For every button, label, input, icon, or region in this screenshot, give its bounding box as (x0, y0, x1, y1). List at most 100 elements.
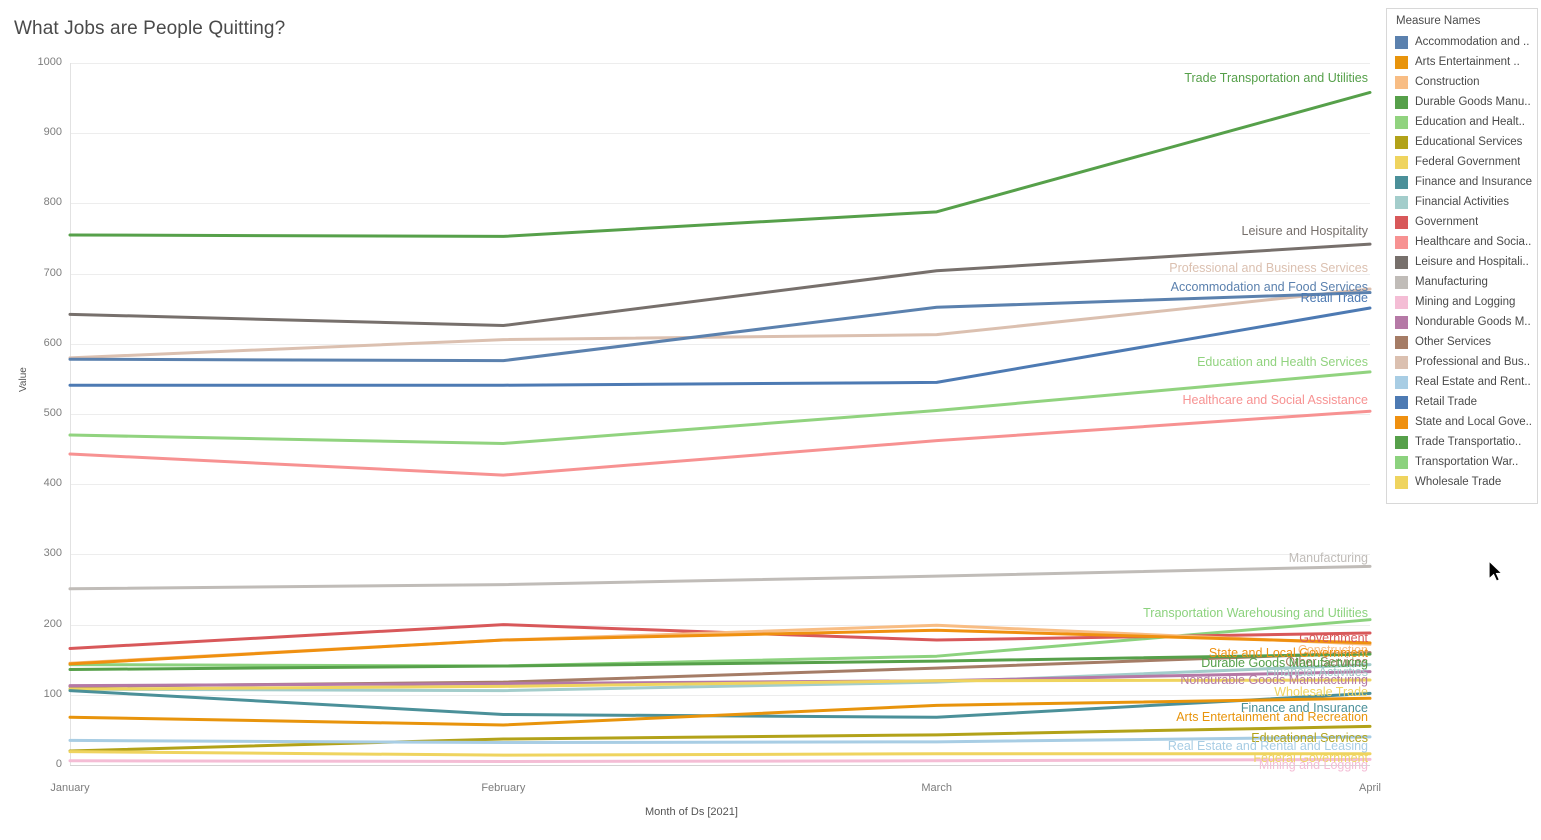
legend-color-swatch (1395, 215, 1408, 229)
series-line[interactable] (68, 291, 1372, 363)
series-label: Manufacturing (1288, 551, 1368, 565)
legend-item[interactable]: Finance and Insurance (1387, 172, 1537, 192)
legend-color-swatch (1395, 395, 1408, 409)
x-axis-tick-label: April (1358, 782, 1382, 794)
series-label: Healthcare and Social Assistance (1182, 393, 1368, 407)
gridline (70, 203, 1370, 205)
y-axis-tick-label: 300 (43, 547, 62, 560)
y-axis-tick-label: 900 (43, 126, 62, 139)
legend-item-label: Federal Government (1415, 156, 1521, 168)
legend-item[interactable]: Professional and Bus.. (1387, 352, 1537, 372)
series-line[interactable] (68, 623, 1372, 650)
legend-item-label: Finance and Insurance (1415, 176, 1532, 188)
legend-item[interactable]: Financial Activities (1387, 192, 1537, 212)
gridline (70, 63, 1370, 64)
series-line[interactable] (68, 757, 1372, 763)
y-axis-tick-label: 1000 (37, 56, 62, 68)
y-axis-tick-label: 500 (43, 407, 62, 419)
series-line[interactable] (68, 628, 1372, 666)
legend-item[interactable]: Healthcare and Socia.. (1387, 232, 1537, 252)
legend-color-swatch (1395, 335, 1408, 349)
legend-color-swatch (1395, 275, 1408, 289)
chart-application: What Jobs are People Quitting? Value 0 10… (0, 0, 1541, 840)
x-axis-tick-label: January (50, 782, 90, 794)
series-label: Retail Trade (1300, 291, 1368, 305)
legend-color-swatch (1395, 355, 1408, 369)
legend-color-swatch (1395, 475, 1408, 489)
legend-color-swatch (1395, 75, 1408, 89)
series-line[interactable] (68, 623, 1372, 665)
series-label: Leisure and Hospitality (1241, 224, 1368, 238)
legend-item-label: Manufacturing (1415, 276, 1488, 288)
legend-item[interactable]: Real Estate and Rent.. (1387, 372, 1537, 392)
series-line[interactable] (68, 618, 1372, 668)
series-line[interactable] (68, 651, 1372, 688)
legend-color-swatch (1395, 435, 1408, 449)
y-axis-tick-label: 400 (43, 477, 62, 490)
legend-panel[interactable]: Measure Names Accommodation and .. Arts E… (1386, 8, 1538, 504)
legend-item[interactable]: Durable Goods Manu.. (1387, 92, 1537, 112)
mouse-cursor (1488, 559, 1504, 583)
series-label: Wholesale Trade (1274, 685, 1368, 699)
legend-item[interactable]: Other Services (1387, 332, 1537, 352)
series-line[interactable] (68, 306, 1372, 387)
legend-item-label: Arts Entertainment .. (1415, 56, 1520, 68)
x-axis-line (70, 765, 1370, 766)
series-line[interactable] (68, 678, 1372, 691)
legend-item[interactable]: Nondurable Goods M.. (1387, 312, 1537, 332)
legend-item[interactable]: Federal Government (1387, 152, 1537, 172)
gridline (70, 343, 1370, 345)
legend-item[interactable]: Transportation War.. (1387, 452, 1537, 472)
legend-color-swatch (1395, 95, 1408, 109)
series-line[interactable] (68, 287, 1372, 360)
legend-color-swatch (1395, 415, 1408, 429)
legend-item[interactable]: Wholesale Trade (1387, 472, 1537, 492)
legend-color-swatch (1395, 175, 1408, 189)
series-line[interactable] (68, 90, 1372, 238)
legend-item[interactable]: Accommodation and .. (1387, 32, 1537, 52)
legend-color-swatch (1395, 35, 1408, 49)
legend-item-label: Transportation War.. (1415, 456, 1519, 468)
legend-item[interactable]: Trade Transportatio.. (1387, 432, 1537, 452)
legend-item[interactable]: Retail Trade (1387, 392, 1537, 412)
gridline (70, 554, 1370, 556)
series-label: Trade Transportation and Utilities (1184, 71, 1368, 85)
x-axis-title: Month of Ds [2021] (645, 806, 738, 818)
series-line[interactable] (68, 370, 1372, 445)
series-line[interactable] (68, 696, 1372, 727)
y-axis-title: Value (18, 367, 29, 392)
legend-item-label: State and Local Gove.. (1415, 416, 1532, 428)
legend-color-swatch (1395, 235, 1408, 249)
legend-color-swatch (1395, 315, 1408, 329)
gridline (70, 694, 1370, 696)
legend-item[interactable]: Government (1387, 212, 1537, 232)
legend-item-label: Real Estate and Rent.. (1415, 376, 1531, 388)
y-axis-tick-label: 800 (43, 196, 62, 209)
legend-item-label: Educational Services (1415, 136, 1523, 148)
legend-item-label: Retail Trade (1415, 396, 1478, 408)
legend-item[interactable]: Leisure and Hospitali.. (1387, 252, 1537, 272)
legend-item[interactable]: State and Local Gove.. (1387, 412, 1537, 432)
series-label: Transportation Warehousing and Utilities (1143, 606, 1368, 620)
legend-item[interactable]: Construction (1387, 72, 1537, 92)
legend-item-label: Wholesale Trade (1415, 476, 1502, 488)
legend-item[interactable]: Educational Services (1387, 132, 1537, 152)
legend-item[interactable]: Manufacturing (1387, 272, 1537, 292)
legend-item-label: Nondurable Goods M.. (1415, 316, 1531, 328)
legend-item[interactable]: Mining and Logging (1387, 292, 1537, 312)
legend-item-label: Other Services (1415, 336, 1492, 348)
legend-color-swatch (1395, 295, 1408, 309)
x-axis-tick-label: March (921, 782, 952, 794)
legend-item-label: Professional and Bus.. (1415, 356, 1531, 368)
series-line[interactable] (68, 663, 1372, 693)
legend-item[interactable]: Education and Healt.. (1387, 112, 1537, 132)
legend-color-swatch (1395, 55, 1408, 69)
legend-item[interactable]: Arts Entertainment .. (1387, 52, 1537, 72)
series-line[interactable] (68, 652, 1372, 672)
series-line[interactable] (68, 670, 1372, 688)
legend-color-swatch (1395, 155, 1408, 169)
series-line[interactable] (68, 409, 1372, 477)
legend-item-label: Financial Activities (1415, 196, 1509, 208)
legend-item-label: Durable Goods Manu.. (1415, 96, 1531, 108)
series-line[interactable] (68, 564, 1372, 591)
